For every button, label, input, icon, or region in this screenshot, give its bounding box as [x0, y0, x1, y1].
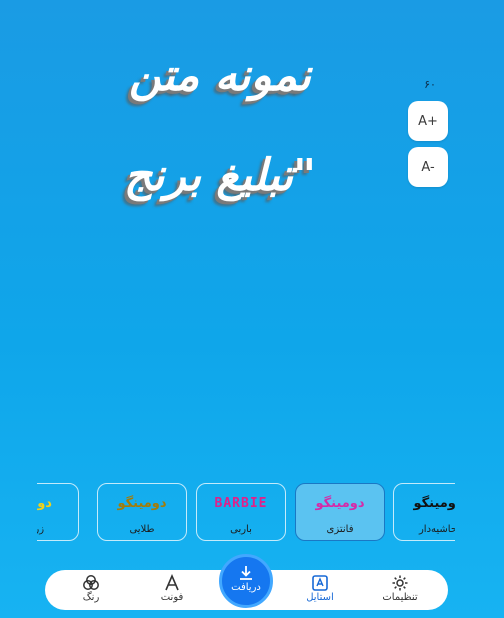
preview-line-2[interactable]: "تبلیغ برنج	[60, 150, 380, 201]
gear-icon	[392, 575, 408, 591]
style-sample: دومینگو	[117, 496, 167, 511]
preview-line-1[interactable]: نمونه متن	[60, 50, 380, 101]
font-size-value: ۶۰	[424, 78, 436, 91]
style-card-zarrin[interactable]: دومی زرین	[37, 483, 79, 541]
style-name: فانتزی	[326, 524, 354, 535]
download-icon	[240, 566, 252, 580]
nav-color[interactable]: رنگ	[61, 572, 121, 608]
font-icon	[165, 574, 179, 591]
nav-label: تنظیمات	[382, 592, 418, 603]
nav-label: فونت	[160, 592, 184, 603]
style-card-barbie[interactable]: BARBIE باربی	[196, 483, 286, 541]
nav-style[interactable]: استایل	[290, 572, 350, 608]
nav-label: استایل	[306, 592, 334, 603]
download-button[interactable]: دریافت	[219, 554, 273, 608]
nav-settings[interactable]: تنظیمات	[370, 572, 430, 608]
nav-label: رنگ	[82, 592, 100, 603]
style-sample: دومینگو	[413, 496, 455, 511]
style-carousel[interactable]: دومی زرین دومینگو طلایی BARBIE باربی دوم…	[37, 483, 455, 543]
style-sample: دومی	[37, 496, 52, 511]
style-card-talayi[interactable]: دومینگو طلایی	[97, 483, 187, 541]
decrease-size-button[interactable]: A-	[408, 147, 448, 187]
text-preview[interactable]: نمونه متن "تبلیغ برنج	[60, 40, 380, 240]
style-sample: BARBIE	[214, 496, 268, 511]
style-name: باربی	[230, 524, 252, 535]
style-name: زرین	[37, 524, 45, 535]
style-card-outlined[interactable]: دومینگو حاشیه‌دار	[393, 483, 455, 541]
nav-font[interactable]: فونت	[142, 572, 202, 608]
download-label: دریافت	[231, 582, 261, 593]
increase-size-button[interactable]: A+	[408, 101, 448, 141]
style-icon	[312, 575, 328, 591]
color-circles-icon	[83, 575, 99, 590]
style-sample: دومینگو	[315, 496, 365, 511]
style-name: حاشیه‌دار	[418, 524, 455, 535]
style-card-fantasy[interactable]: دومینگو فانتزی	[295, 483, 385, 541]
style-name: طلایی	[129, 524, 155, 535]
